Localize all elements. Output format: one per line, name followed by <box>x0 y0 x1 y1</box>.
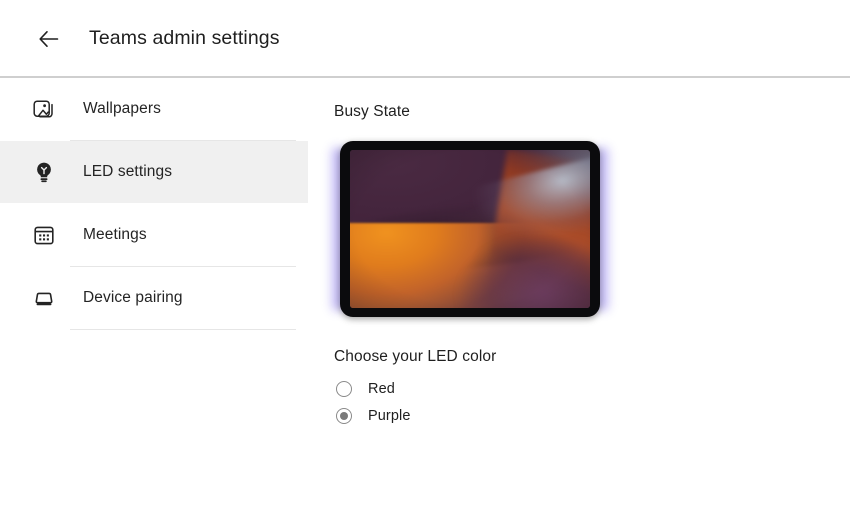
section-title-busy-state: Busy State <box>334 103 410 120</box>
calendar-icon <box>26 224 62 246</box>
radio-label: Purple <box>368 408 411 424</box>
arrow-left-icon <box>36 26 62 52</box>
page-title: Teams admin settings <box>89 27 280 49</box>
sidebar-item-meetings[interactable]: Meetings <box>0 204 308 266</box>
sidebar-divider <box>70 329 296 330</box>
sidebar-item-label: Wallpapers <box>83 100 161 117</box>
settings-sidebar: Wallpapers LED settings Meetings Device … <box>0 78 310 530</box>
radio-option-purple[interactable]: Purple <box>334 406 484 426</box>
body-area: Wallpapers LED settings Meetings Device … <box>0 78 850 530</box>
device-icon <box>26 287 62 309</box>
sidebar-item-label: Device pairing <box>83 289 183 306</box>
tablet-device-frame <box>340 141 600 317</box>
sidebar-item-led-settings[interactable]: LED settings <box>0 141 308 203</box>
radio-option-red[interactable]: Red <box>334 379 484 399</box>
teams-admin-settings-window: Teams admin settings Wallpapers LED sett… <box>0 0 850 530</box>
led-color-heading: Choose your LED color <box>334 348 497 365</box>
tablet-screen-wallpaper <box>350 150 590 308</box>
image-icon <box>26 98 62 120</box>
radio-circle-filled-icon <box>336 408 352 424</box>
device-preview <box>329 141 611 317</box>
sidebar-item-label: LED settings <box>83 163 173 180</box>
sidebar-item-label: Meetings <box>83 226 147 243</box>
lightbulb-icon <box>26 161 62 183</box>
radio-circle-icon <box>336 381 352 397</box>
led-settings-panel: Busy State Choose your LED color Red Pur… <box>308 78 850 530</box>
wallpaper-vignette <box>350 150 590 308</box>
back-button[interactable] <box>26 16 72 62</box>
led-color-radio-group: Red Purple <box>334 379 850 426</box>
sidebar-item-wallpapers[interactable]: Wallpapers <box>0 78 308 140</box>
app-header: Teams admin settings <box>0 0 850 77</box>
sidebar-item-device-pairing[interactable]: Device pairing <box>0 267 308 329</box>
radio-label: Red <box>368 381 395 397</box>
